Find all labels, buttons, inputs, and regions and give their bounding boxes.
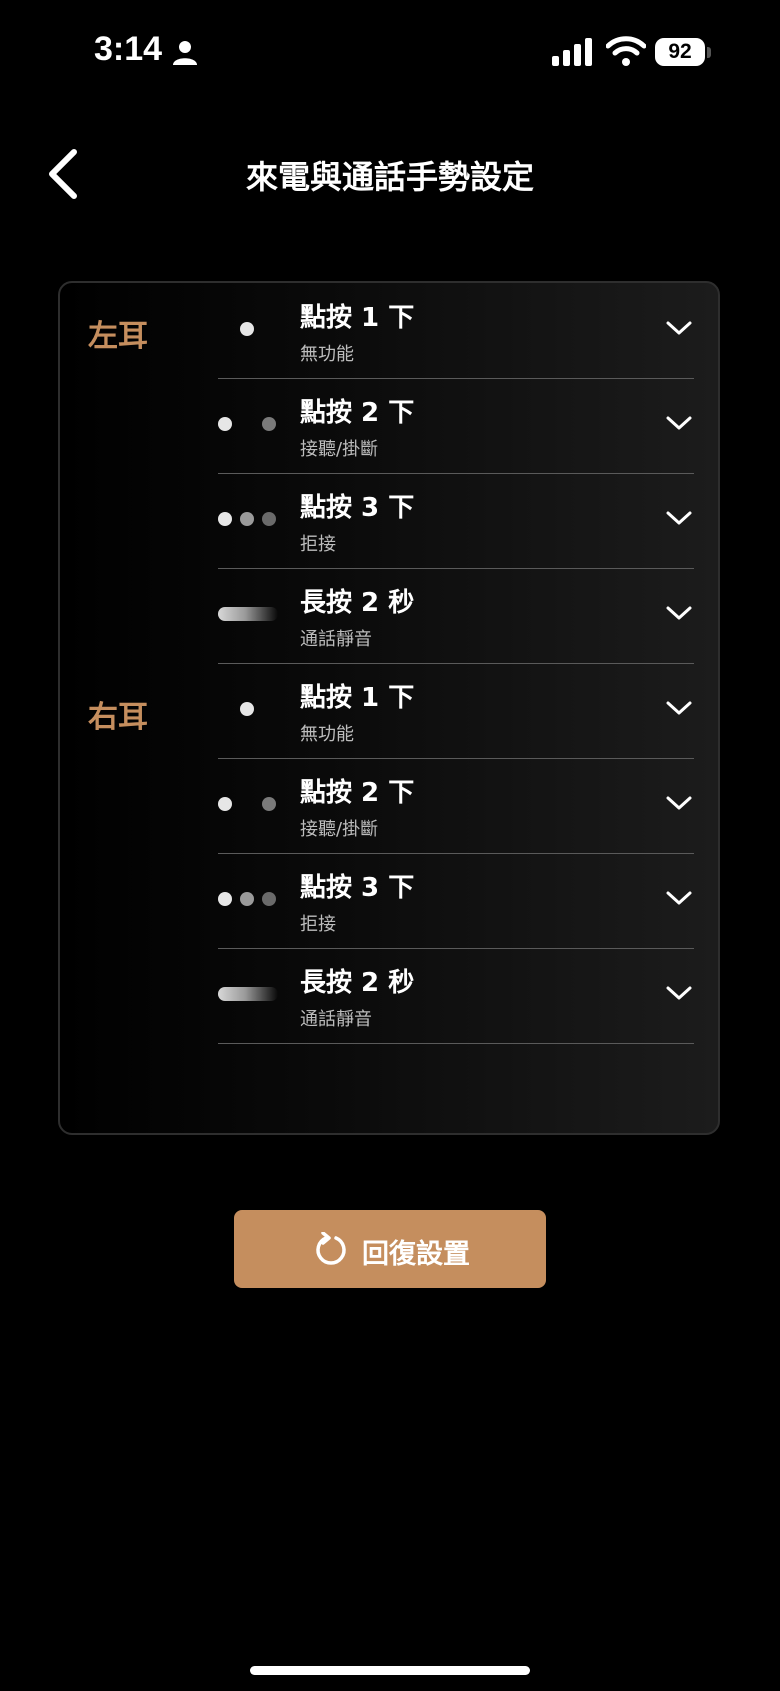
gesture-row-left-single-tap[interactable]: 點按 1 下 無功能 [218, 283, 694, 379]
gesture-row-left-double-tap[interactable]: 點按 2 下 接聽/掛斷 [218, 378, 694, 474]
gesture-title: 點按 2 下 [300, 778, 415, 808]
chevron-down-icon[interactable] [664, 317, 694, 339]
person-icon [173, 41, 197, 65]
gesture-title: 點按 3 下 [300, 873, 415, 903]
page-title: 來電與通話手勢設定 [245, 158, 534, 196]
triple-tap-icon [218, 499, 280, 539]
gesture-title: 點按 1 下 [300, 303, 415, 333]
gesture-title: 長按 2 秒 [300, 968, 415, 998]
gesture-row-right-double-tap[interactable]: 點按 2 下 接聽/掛斷 [218, 758, 694, 854]
gesture-row-right-single-tap[interactable]: 點按 1 下 無功能 [218, 663, 694, 759]
long-press-icon [218, 594, 280, 634]
gesture-action: 拒接 [300, 914, 336, 935]
single-tap-icon [218, 309, 280, 349]
battery-icon: 92 [655, 38, 711, 68]
wifi-icon [606, 36, 646, 66]
header: 來電與通話手勢設定 [0, 130, 780, 210]
gesture-row-left-triple-tap[interactable]: 點按 3 下 拒接 [218, 473, 694, 569]
gesture-title: 點按 1 下 [300, 683, 415, 713]
gesture-title: 點按 3 下 [300, 493, 415, 523]
gesture-action: 拒接 [300, 534, 336, 555]
reset-settings-button[interactable]: 回復設置 [234, 1210, 546, 1288]
gesture-action: 接聽/掛斷 [300, 439, 379, 460]
left-ear-label: 左耳 [88, 319, 148, 354]
gesture-action: 接聽/掛斷 [300, 819, 379, 840]
chevron-down-icon[interactable] [664, 697, 694, 719]
gesture-action: 通話靜音 [300, 1009, 372, 1030]
status-time: 3:14 [94, 30, 163, 68]
cellular-signal-icon [552, 38, 592, 66]
gesture-row-left-long-press[interactable]: 長按 2 秒 通話靜音 [218, 568, 694, 664]
double-tap-icon [218, 784, 280, 824]
chevron-down-icon[interactable] [664, 982, 694, 1004]
gesture-row-right-long-press[interactable]: 長按 2 秒 通話靜音 [218, 948, 694, 1044]
triple-tap-icon [218, 879, 280, 919]
long-press-icon [218, 974, 280, 1014]
chevron-down-icon[interactable] [664, 602, 694, 624]
battery-cap [707, 47, 711, 58]
reset-button-label: 回復設置 [362, 1239, 470, 1270]
gesture-row-right-triple-tap[interactable]: 點按 3 下 拒接 [218, 853, 694, 949]
reset-icon [316, 1232, 346, 1265]
status-bar: 3:14 92 [0, 0, 780, 100]
double-tap-icon [218, 404, 280, 444]
gesture-action: 無功能 [300, 724, 354, 745]
chevron-down-icon[interactable] [664, 792, 694, 814]
single-tap-icon [218, 689, 280, 729]
battery-level: 92 [655, 38, 705, 66]
right-ear-label: 右耳 [88, 700, 148, 735]
chevron-down-icon[interactable] [664, 412, 694, 434]
chevron-down-icon[interactable] [664, 887, 694, 909]
gesture-title: 長按 2 秒 [300, 588, 415, 618]
gesture-action: 通話靜音 [300, 629, 372, 650]
gesture-action: 無功能 [300, 344, 354, 365]
gesture-settings-panel: 左耳 點按 1 下 無功能 點按 2 下 接聽/掛斷 點按 3 下 拒接 長按 … [58, 281, 720, 1135]
chevron-down-icon[interactable] [664, 507, 694, 529]
home-indicator[interactable] [250, 1666, 530, 1675]
gesture-title: 點按 2 下 [300, 398, 415, 428]
